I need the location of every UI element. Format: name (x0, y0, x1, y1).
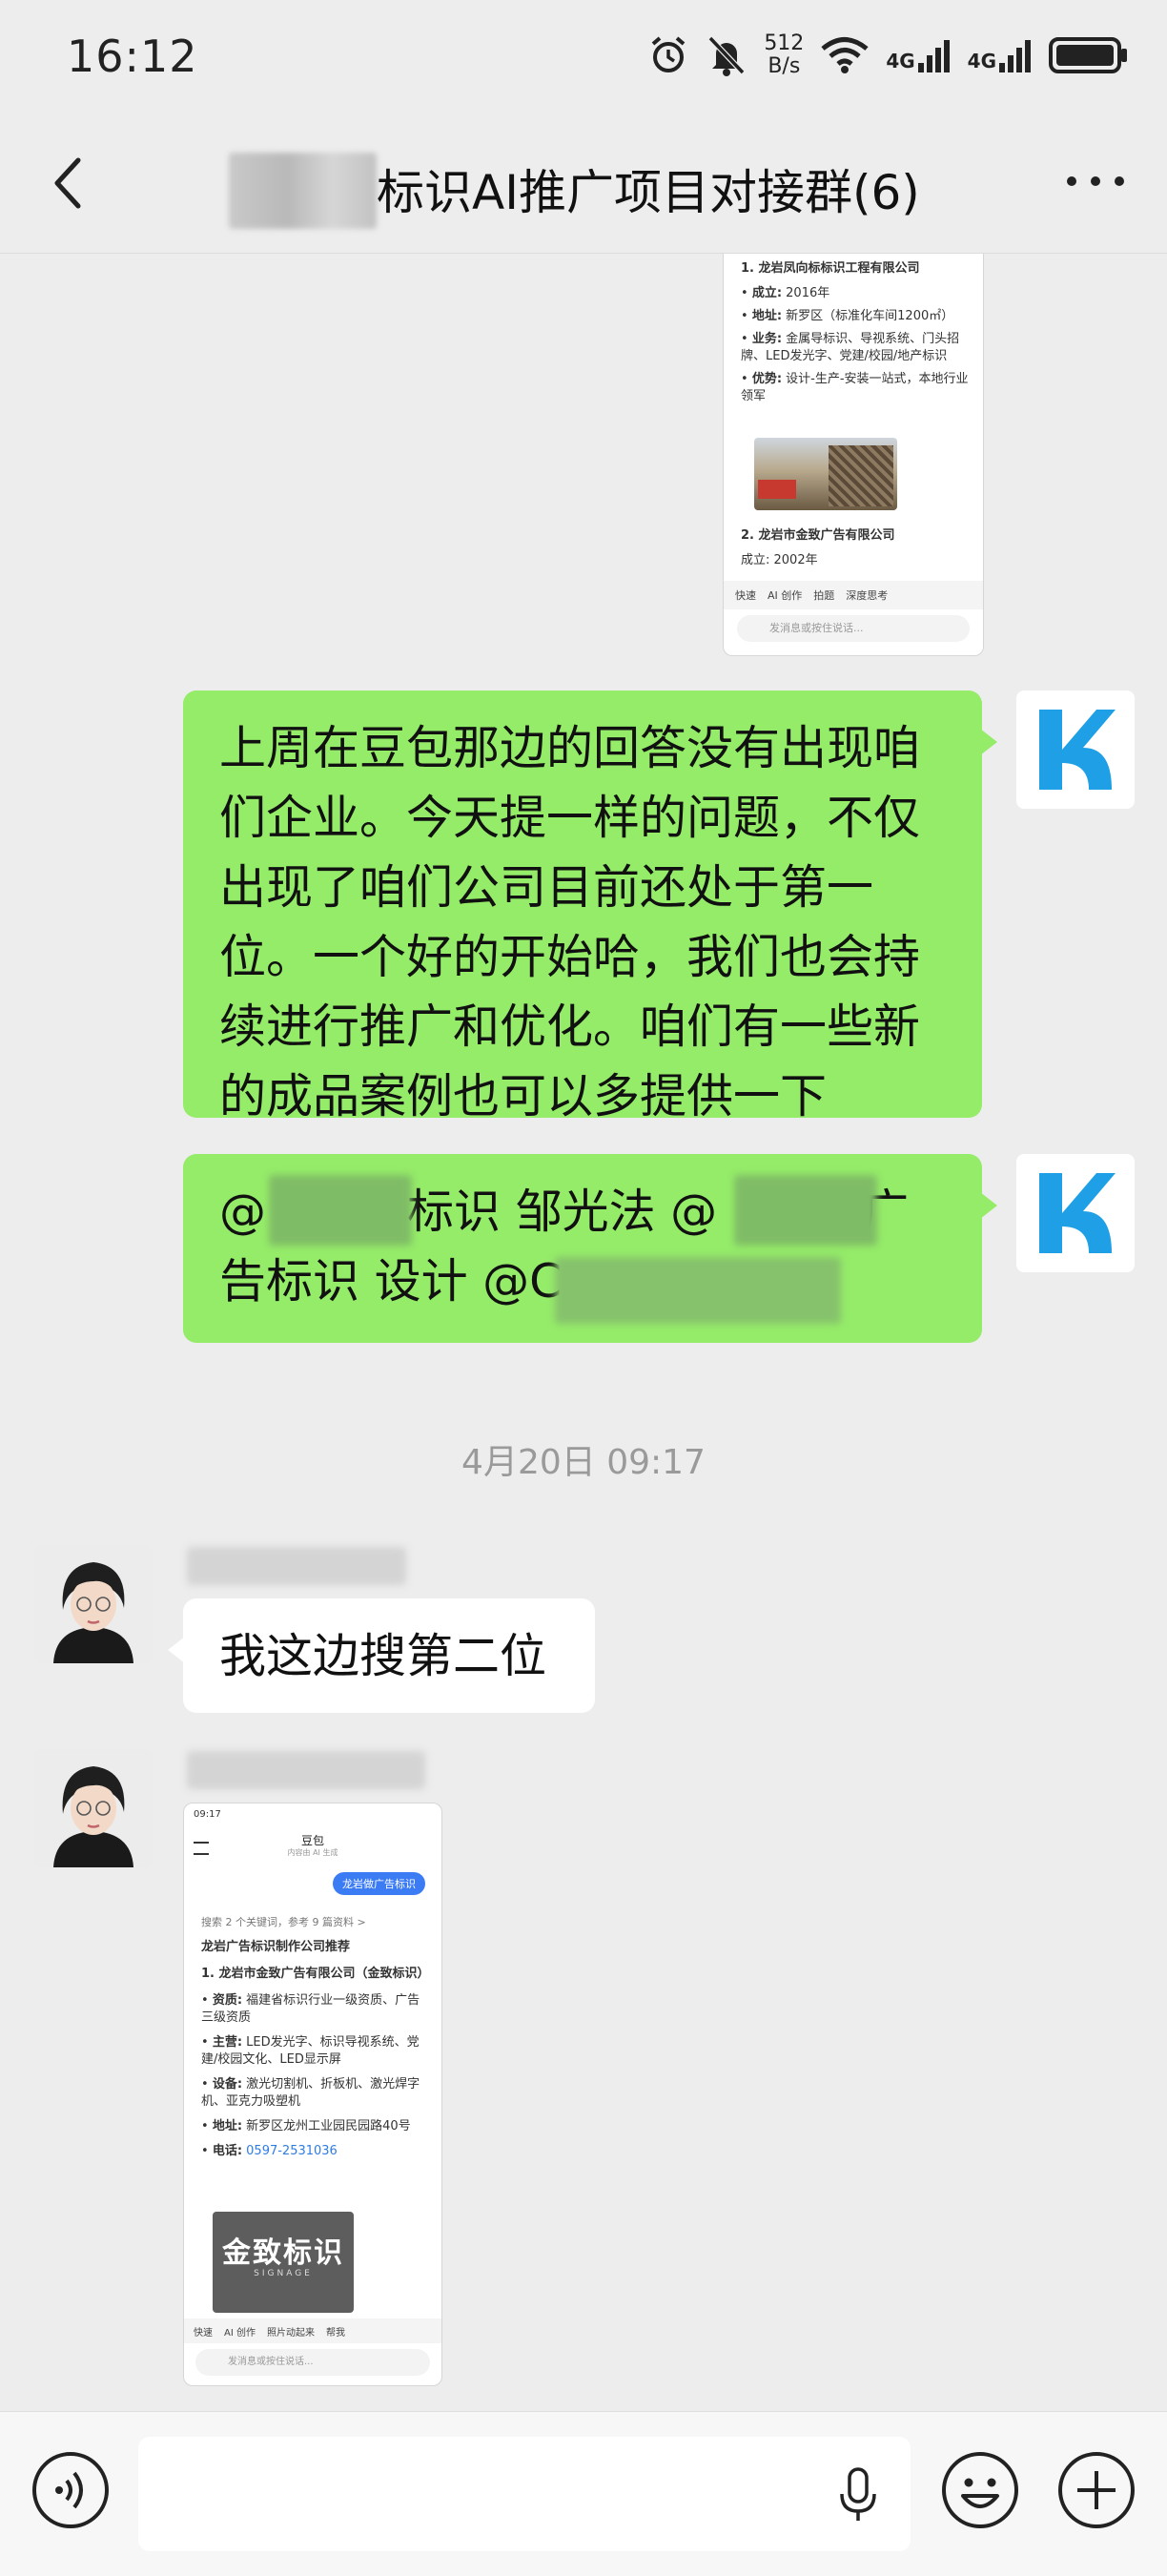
plus-circle-icon[interactable] (1056, 2450, 1136, 2530)
mute-icon (708, 35, 746, 76)
message-bubble-outgoing[interactable]: @ 标识 邹光法 @ 广告标识 设计 @C (183, 1154, 997, 1343)
blurred-mention (555, 1257, 841, 1324)
list-item: • 地址: 新罗区龙州工业园民园路40号 (201, 2119, 411, 2133)
status-time: 16:12 (67, 31, 198, 82)
k-logo-icon (1039, 710, 1116, 790)
mini-app-subtitle: 内容由 AI 生成 (287, 1848, 338, 1857)
wifi-icon (821, 37, 869, 73)
alarm-icon (652, 36, 686, 72)
list-item: • 设备: 激光切割机、折板机、激光焊字机、亚克力吸塑机 (201, 2077, 420, 2109)
company-heading: 1. 龙岩凤向标标识工程有限公司 (741, 261, 920, 276)
mini-logo-image: 金致标识 SIGNAGE (213, 2212, 354, 2313)
company-photo (754, 438, 897, 510)
shared-image-message[interactable]: 09:17 豆包 内容由 AI 生成 龙岩做广告标识 搜索 2 个关键词，参考 … (183, 1803, 442, 2386)
chat-header: 标识AI推广项目对接群(6) (0, 114, 1167, 254)
chat-area[interactable]: 1. 龙岩凤向标标识工程有限公司 • 成立: 2016年 • 地址: 新罗区（标… (0, 254, 1167, 2409)
search-note: 搜索 2 个关键词，参考 9 篇资料 > (201, 1916, 366, 1928)
avatar[interactable] (34, 1545, 153, 1663)
microphone-icon[interactable] (834, 2465, 882, 2523)
avatar[interactable] (34, 1749, 153, 1867)
person-avatar-icon (34, 1545, 153, 1663)
blurred-mention (734, 1175, 877, 1246)
toolbar: 快速 AI 创作 拍题 深度思考 (724, 581, 983, 609)
message-bubble-incoming[interactable]: 我这边搜第二位 (168, 1598, 595, 1713)
list-item: • 地址: 新罗区（标准化车间1200㎡） (741, 309, 954, 323)
mini-input: 发消息或按住说话... (195, 2349, 430, 2376)
message-text: 我这边搜第二位 (219, 1629, 547, 1683)
message-text: 上周在豆包那边的回答没有出现咱们企业。今天提一样的问题，不仅出现了咱们公司目前还… (219, 721, 921, 1123)
voice-icon[interactable] (31, 2450, 111, 2530)
list-item: • 优势: 设计-生产-安装一站式，本地行业领军 (741, 372, 969, 403)
person-avatar-icon (34, 1749, 153, 1867)
mini-company: 1. 龙岩市金致广告有限公司（金致标识） (201, 1967, 430, 1981)
timestamp: 4月20日 09:17 (461, 1443, 706, 1482)
status-bar: 16:12 512 B/s 4G 4G (0, 0, 1167, 114)
blurred-group-name (229, 153, 377, 229)
battery-icon (1049, 37, 1127, 73)
message-input[interactable] (138, 2437, 911, 2551)
signal-icon: 4G (968, 38, 1032, 72)
emoji-icon[interactable] (940, 2450, 1020, 2530)
network-speed: 512 B/s (764, 31, 805, 78)
toolbar: 快速 AI 创作 照片动起来 帮我 (184, 2318, 441, 2343)
mini-status-time: 09:17 (194, 1809, 221, 1820)
list-item: • 主营: LED发光字、标识导视系统、党建/校园文化、LED显示屏 (201, 2035, 420, 2067)
avatar[interactable] (1016, 690, 1135, 809)
list-item: • 业务: 金属导标识、导视系统、门头招牌、LED发光字、党建/校园/地产标识 (741, 332, 960, 363)
blurred-sender-name (187, 1547, 406, 1585)
blurred-sender-name (187, 1751, 425, 1789)
more-horizontal-icon[interactable] (1062, 172, 1129, 191)
list-item: 成立: 2002年 (741, 553, 818, 567)
list-item: • 成立: 2016年 (741, 286, 830, 300)
avatar[interactable] (1016, 1154, 1135, 1272)
mini-user-query: 龙岩做广告标识 (333, 1872, 425, 1895)
message-bubble-outgoing[interactable]: 上周在豆包那边的回答没有出现咱们企业。今天提一样的问题，不仅出现了咱们公司目前还… (183, 690, 997, 1123)
blurred-mention (269, 1175, 412, 1246)
chevron-left-icon[interactable] (44, 153, 101, 214)
mini-heading: 龙岩广告标识制作公司推荐 (201, 1940, 351, 1954)
mini-app-title: 豆包 (300, 1834, 324, 1847)
input-bar (0, 2411, 1167, 2576)
signal-icon: 4G (886, 38, 950, 72)
status-icons: 512 B/s 4G 4G (647, 27, 1129, 84)
mini-input: 发消息或按住说话... (737, 615, 970, 642)
shared-image-message[interactable]: 1. 龙岩凤向标标识工程有限公司 • 成立: 2016年 • 地址: 新罗区（标… (723, 254, 984, 656)
chat-title: 标识AI推广项目对接群(6) (377, 165, 920, 220)
list-item: • 资质: 福建省标识行业一级资质、广告三级资质 (201, 1993, 420, 2025)
company-heading: 2. 龙岩市金致广告有限公司 (741, 528, 895, 543)
mini-logo-text: 金致标识 (222, 2236, 344, 2270)
k-logo-icon (1039, 1173, 1116, 1253)
list-item: • 电话: 0597-2531036 (201, 2144, 338, 2158)
